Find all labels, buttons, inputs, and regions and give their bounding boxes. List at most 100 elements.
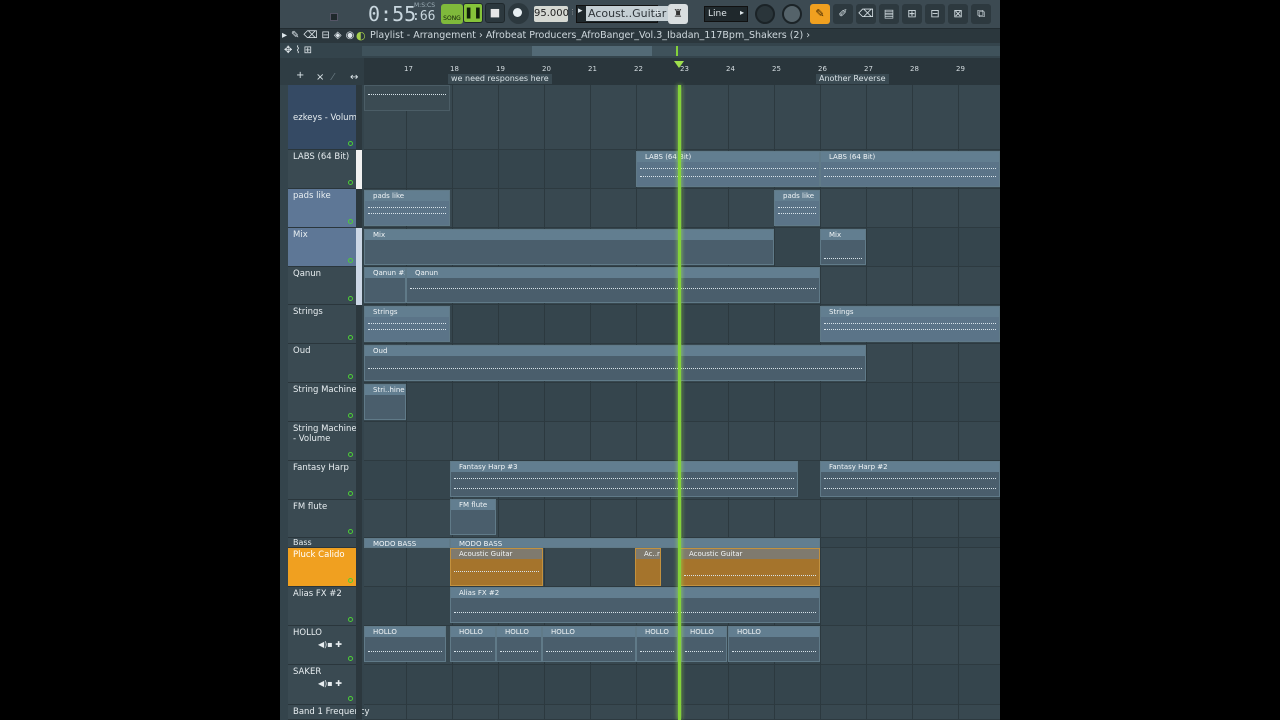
speaker-icon[interactable]: ⧉ xyxy=(971,4,991,24)
clip-acoustic-guitar[interactable]: Acoustic Guitar xyxy=(680,548,820,586)
clip-labs[interactable]: LABS (64 Bit) xyxy=(636,151,820,187)
clip-hollo[interactable]: HOLLO xyxy=(450,626,496,662)
playlist-tools[interactable]: ▸✎⌫⊟◈◉ xyxy=(280,29,358,43)
song-mode-button[interactable]: SONG xyxy=(441,4,463,24)
track-lane[interactable] xyxy=(364,189,1000,228)
clip-string-machine[interactable]: Stri..hine xyxy=(364,384,406,420)
track-header-strings[interactable]: Strings xyxy=(288,305,356,344)
clip-fm-flute[interactable]: FM flute xyxy=(450,499,496,535)
clip-pads[interactable]: pads like xyxy=(364,190,450,226)
master-pitch-knob[interactable] xyxy=(782,4,802,24)
track-led-icon[interactable] xyxy=(348,413,353,418)
slice-icon[interactable]: ⊞ xyxy=(902,4,922,24)
clip-mix[interactable]: Mix xyxy=(364,229,774,265)
play-button[interactable]: ❚❚ xyxy=(463,3,483,23)
close-icon[interactable]: × xyxy=(316,72,324,83)
track-led-icon[interactable] xyxy=(348,656,353,661)
clip-labs[interactable]: LABS (64 Bit) xyxy=(820,151,1000,187)
song-overview[interactable] xyxy=(362,46,1000,56)
track-led-icon[interactable] xyxy=(348,258,353,263)
tempo-spin-icon[interactable]: ⋮ xyxy=(569,8,576,20)
clip-bass[interactable]: MODO BASS xyxy=(450,538,820,548)
select-icon[interactable]: ⊟ xyxy=(925,4,945,24)
track-lane[interactable] xyxy=(364,665,1000,705)
track-header-oud[interactable]: Oud xyxy=(288,344,356,383)
clip-hollo[interactable]: HOLLO xyxy=(728,626,820,662)
track-led-icon[interactable] xyxy=(348,696,353,701)
track-header-saker[interactable]: SAKER ◀)▪ ✚ xyxy=(288,665,356,705)
track-header-fantasy-harp[interactable]: Fantasy Harp xyxy=(288,461,356,500)
track-led-icon[interactable] xyxy=(348,529,353,534)
overview-window[interactable] xyxy=(532,46,652,56)
track-header-hollo[interactable]: HOLLO ◀)▪ ✚ xyxy=(288,626,356,665)
snap-tool-icons[interactable]: ✥ ⌇ ⊞ xyxy=(284,45,312,56)
track-selector[interactable] xyxy=(356,150,362,189)
metronome-icon[interactable]: ♜ xyxy=(668,4,688,24)
timeline-marker[interactable]: we need responses here xyxy=(448,74,552,84)
track-lane[interactable] xyxy=(364,422,1000,461)
tempo-display[interactable]: 95.000 xyxy=(534,6,569,22)
clip-hollo[interactable]: HOLLO xyxy=(636,626,678,662)
clip-fantasy-harp[interactable]: Fantasy Harp #2 xyxy=(820,461,1000,497)
clip-acoustic-guitar[interactable]: Acoustic Guitar xyxy=(450,548,543,586)
timeline-marker[interactable]: Another Reverse xyxy=(816,74,889,84)
clip-qanun[interactable]: Qanun xyxy=(406,267,820,303)
automation-icons[interactable]: ◀)▪ ✚ xyxy=(318,679,342,688)
clip-qanun[interactable]: Qanun #2 xyxy=(364,267,406,303)
track-header-fm-flute[interactable]: FM flute xyxy=(288,500,356,538)
record-button[interactable] xyxy=(508,3,529,24)
automation-icons[interactable]: ◀)▪ ✚ xyxy=(318,640,342,649)
track-header-pads-like[interactable]: pads like xyxy=(288,189,356,228)
track-header-mix[interactable]: Mix xyxy=(288,228,356,267)
clip-hollo[interactable]: HOLLO xyxy=(496,626,542,662)
track-led-icon[interactable] xyxy=(348,578,353,583)
track-selector[interactable] xyxy=(356,228,362,267)
stop-button[interactable]: ■ xyxy=(485,3,505,23)
clip-ezkeys[interactable] xyxy=(364,85,450,111)
clip-strings[interactable]: Strings xyxy=(364,306,450,342)
clip-strings[interactable]: Strings xyxy=(820,306,1000,342)
track-led-icon[interactable] xyxy=(348,335,353,340)
track-header-band-frequency[interactable]: Band 1 Frequency xyxy=(288,705,370,720)
arrows-icon[interactable]: ↔ xyxy=(350,72,358,83)
track-header-alias-fx[interactable]: Alias FX #2 xyxy=(288,587,356,626)
zoom-icon[interactable]: ⊠ xyxy=(948,4,968,24)
track-header-bass[interactable]: Bass xyxy=(288,538,356,548)
clip-pads[interactable]: pads like xyxy=(774,190,820,226)
clip-hollo[interactable]: HOLLO xyxy=(364,626,446,662)
track-header-qanun[interactable]: Qanun xyxy=(288,267,356,305)
delete-icon[interactable]: ⌫ xyxy=(856,4,876,24)
paint-icon[interactable]: ✐ xyxy=(833,4,853,24)
mute-icon[interactable]: ▤ xyxy=(879,4,899,24)
track-led-icon[interactable] xyxy=(348,617,353,622)
add-pattern-icon[interactable]: + xyxy=(653,6,662,19)
master-volume-knob[interactable] xyxy=(755,4,775,24)
track-header-pluck-calido[interactable]: Pluck Calido xyxy=(288,548,356,587)
track-led-icon[interactable] xyxy=(348,491,353,496)
track-lane[interactable] xyxy=(364,85,1000,150)
track-selector[interactable] xyxy=(356,267,362,305)
track-led-icon[interactable] xyxy=(348,296,353,301)
track-led-icon[interactable] xyxy=(348,452,353,457)
track-led-icon[interactable] xyxy=(348,219,353,224)
clip-oud[interactable]: Oud xyxy=(364,345,866,381)
track-lane[interactable] xyxy=(364,383,1000,422)
playhead[interactable] xyxy=(678,85,681,720)
clip-hollo[interactable]: HOLLO xyxy=(542,626,636,662)
track-led-icon[interactable] xyxy=(348,374,353,379)
clip-fantasy-harp[interactable]: Fantasy Harp #3 xyxy=(450,461,798,497)
track-led-icon[interactable] xyxy=(348,141,353,146)
clip-mix[interactable]: Mix xyxy=(820,229,866,265)
clip-alias-fx[interactable]: Alias FX #2 xyxy=(450,587,820,623)
add-track-icon[interactable]: + xyxy=(296,70,304,81)
track-header-string-machine[interactable]: String Machine xyxy=(288,383,357,422)
clip-bass[interactable]: MODO BASS xyxy=(364,538,450,548)
clip-acoustic-guitar[interactable]: Ac..r xyxy=(635,548,661,586)
track-lane[interactable] xyxy=(364,705,1000,720)
track-header-ezkeys-volume[interactable]: ezkeys - Volume xyxy=(288,85,362,150)
track-header-string-machine-volume[interactable]: String Machine - Volume xyxy=(288,422,357,461)
track-header-labs[interactable]: LABS (64 Bit) xyxy=(288,150,356,189)
track-led-icon[interactable] xyxy=(348,180,353,185)
time-display[interactable]: 0:55 xyxy=(368,2,416,26)
panel-icon[interactable] xyxy=(330,13,338,21)
